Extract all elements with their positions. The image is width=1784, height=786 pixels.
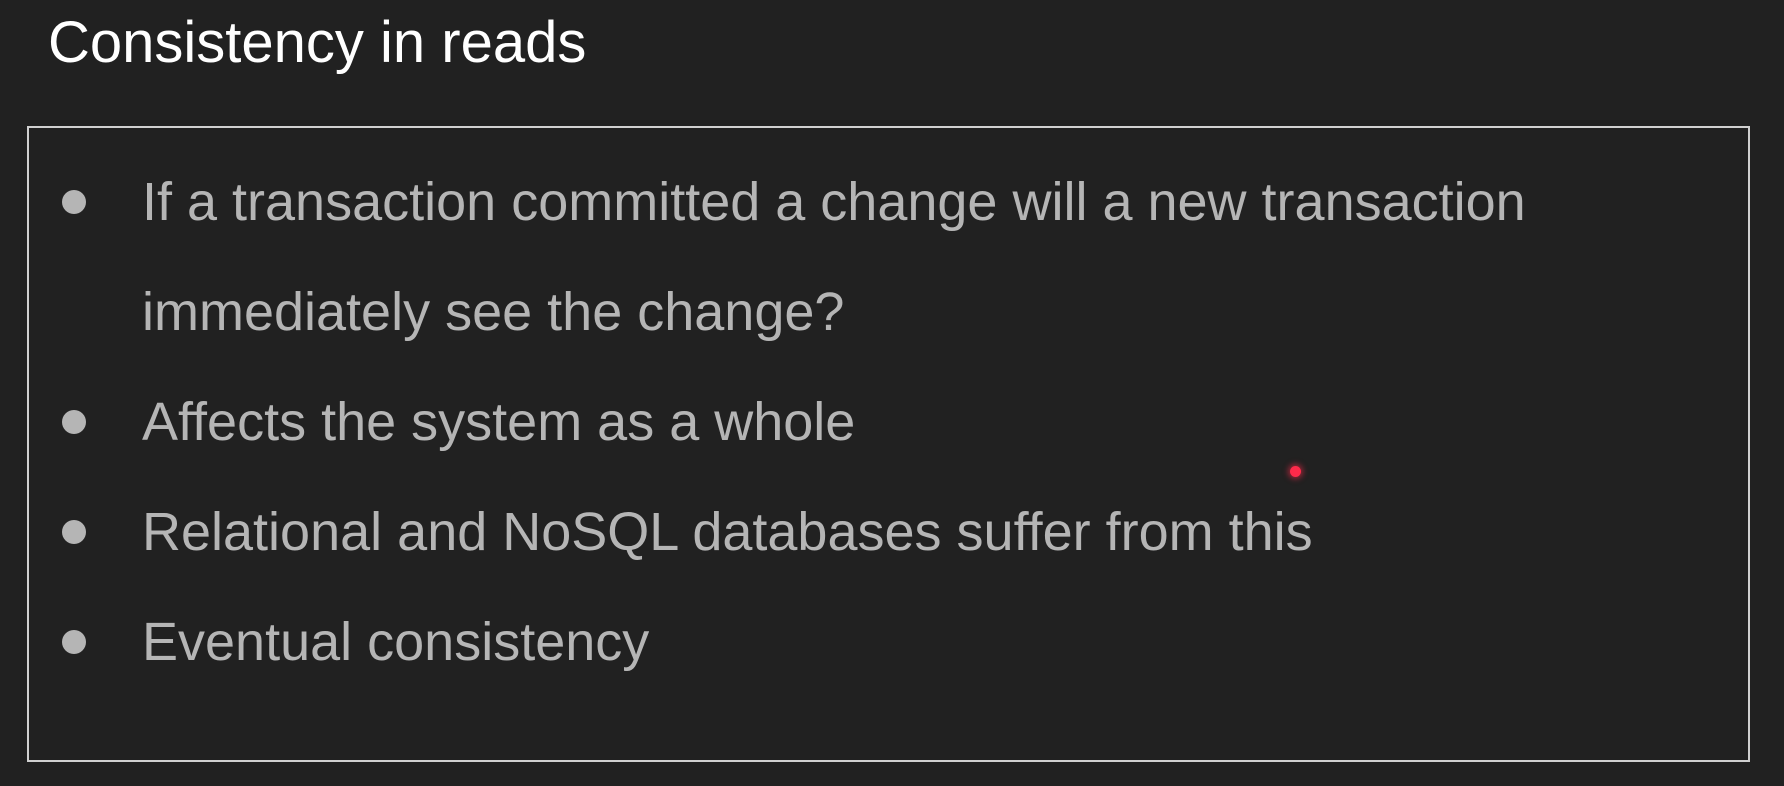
- bullet-item-system-wide: Affects the system as a whole: [29, 367, 1748, 477]
- content-box: If a transaction committed a change will…: [27, 126, 1750, 762]
- bullet-text: Relational and NoSQL databases suffer fr…: [142, 502, 1313, 562]
- slide-title: Consistency in reads: [48, 10, 587, 75]
- bullet-text: Affects the system as a whole: [142, 392, 856, 452]
- bullet-text: Eventual consistency: [142, 612, 650, 672]
- bullet-list: If a transaction committed a change will…: [29, 147, 1748, 697]
- bullet-dot-icon: [62, 410, 86, 434]
- bullet-item-eventual-consistency: Eventual consistency: [29, 587, 1748, 697]
- bullet-dot-icon: [62, 190, 86, 214]
- bullet-item-transaction-visibility: If a transaction committed a change will…: [29, 147, 1748, 367]
- bullet-dot-icon: [62, 630, 86, 654]
- bullet-item-databases: Relational and NoSQL databases suffer fr…: [29, 477, 1748, 587]
- bullet-dot-icon: [62, 520, 86, 544]
- bullet-text: If a transaction committed a change will…: [142, 172, 1526, 342]
- laser-pointer-icon: [1290, 466, 1301, 477]
